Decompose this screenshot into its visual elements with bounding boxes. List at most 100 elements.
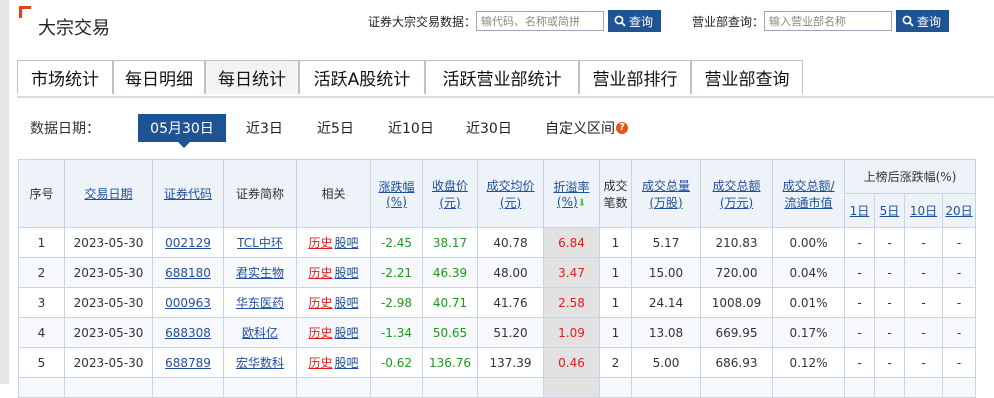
row-forum-link[interactable]: 股吧: [335, 266, 359, 280]
row-avg-price: 40.78: [477, 227, 544, 258]
tab-active-a-shares[interactable]: 活跃A股统计: [299, 60, 425, 94]
header-total-amount[interactable]: 成交总额 (万元): [700, 159, 773, 228]
row-change-pct: -2.21: [370, 257, 423, 288]
row-stock-code-link[interactable]: 688180: [165, 266, 211, 280]
tab-market-stats[interactable]: 市场统计: [17, 60, 113, 94]
tab-active-branches[interactable]: 活跃营业部统计: [425, 60, 579, 94]
header-premium-rate[interactable]: 折溢率 (%)⬇: [543, 159, 600, 228]
header-trade-count-label-2: 笔数: [603, 195, 628, 210]
row-stock-code-cell: 688308: [152, 317, 224, 348]
row-trade-date: 2023-05-30: [64, 317, 153, 348]
row-stock-name-link[interactable]: 君实生物: [236, 266, 284, 280]
table-row-partial: [18, 377, 976, 398]
header-change-pct[interactable]: 涨跌幅 (%): [370, 159, 423, 228]
row-stock-code-link[interactable]: 688789: [165, 356, 211, 370]
tab-branch-ranking[interactable]: 营业部排行: [579, 60, 691, 94]
branch-search-input[interactable]: [764, 11, 893, 31]
row-change-5d: -: [874, 287, 905, 318]
header-1d[interactable]: 1日: [844, 193, 875, 228]
date-option-5d[interactable]: 近5日: [317, 114, 354, 142]
date-option-today[interactable]: 05月30日: [138, 114, 226, 142]
date-option-10d[interactable]: 近10日: [388, 114, 434, 142]
header-trade-date[interactable]: 交易日期: [64, 159, 153, 228]
header-10d-label: 10日: [909, 204, 938, 218]
row-stock-code-link[interactable]: 000963: [165, 296, 211, 310]
row-stock-name-link[interactable]: TCL中环: [237, 236, 283, 250]
row-change-5d: -: [874, 227, 905, 258]
row-empty-cell: [296, 377, 371, 398]
row-amount-ratio: 0.12%: [772, 347, 845, 378]
row-related-cell: 历史 股吧: [296, 227, 371, 258]
row-related-cell: 历史 股吧: [296, 257, 371, 288]
tab-branch-query[interactable]: 营业部查询: [691, 60, 803, 94]
header-avg-price[interactable]: 成交均价 (元): [477, 159, 544, 228]
row-stock-code-cell: 688180: [152, 257, 224, 288]
header-amount-to-float-cap[interactable]: 成交总额/流通市值: [772, 159, 845, 228]
row-close-price: 38.17: [422, 227, 478, 258]
header-trade-date-label: 交易日期: [84, 187, 133, 201]
stock-search-input[interactable]: [476, 11, 605, 31]
date-option-30d[interactable]: 近30日: [466, 114, 512, 142]
row-stock-code-link[interactable]: 688308: [165, 326, 211, 340]
header-avg-price-label-2: (元): [499, 195, 522, 210]
row-stock-name-link[interactable]: 欧科亿: [242, 326, 278, 340]
branch-search-button[interactable]: 查询: [896, 10, 950, 32]
header-stock-code[interactable]: 证券代码: [152, 159, 224, 228]
row-stock-name-link[interactable]: 宏华数科: [236, 356, 284, 370]
date-option-custom[interactable]: 自定义区间?: [545, 114, 628, 142]
table-row: 4 2023-05-30 688308 欧科亿 历史 股吧 -1.34 50.65 51.20 1…: [18, 317, 976, 348]
date-option-3d[interactable]: 近3日: [246, 114, 283, 142]
header-10d[interactable]: 10日: [904, 193, 943, 228]
header-change-pct-label-1: 涨跌幅: [378, 180, 415, 194]
tab-daily-detail[interactable]: 每日明细: [113, 60, 205, 94]
row-total-volume: 13.08: [631, 317, 701, 348]
title-corner-mark: [19, 6, 31, 18]
sort-desc-icon: ⬇: [577, 198, 587, 209]
row-related-cell: 历史 股吧: [296, 347, 371, 378]
row-history-link[interactable]: 历史: [308, 356, 332, 370]
row-change-1d: -: [844, 257, 875, 288]
row-stock-code-link[interactable]: 002129: [165, 236, 211, 250]
table-row: 5 2023-05-30 688789 宏华数科 历史 股吧 -0.62 136.76 137.…: [18, 347, 976, 378]
row-premium-rate: 0.46: [543, 347, 600, 378]
row-stock-name-cell: 华东医药: [223, 287, 297, 318]
row-empty-cell: [772, 377, 845, 398]
header-premium-rate-label-2: (%): [556, 195, 578, 209]
daily-stats-table: 序号 交易日期 证券代码 证券简称 相关 涨跌幅 (%) 收盘价 (元) 成交均价(…: [18, 159, 976, 398]
header-20d[interactable]: 20日: [942, 193, 976, 228]
row-premium-rate: 2.58: [543, 287, 600, 318]
row-history-link[interactable]: 历史: [308, 296, 332, 310]
header-total-volume[interactable]: 成交总量 (万股): [631, 159, 701, 228]
row-history-link[interactable]: 历史: [308, 266, 332, 280]
row-amount-ratio: 0.00%: [772, 227, 845, 258]
selected-date-pointer: [178, 142, 190, 148]
row-change-pct: -2.45: [370, 227, 423, 258]
header-5d[interactable]: 5日: [874, 193, 905, 228]
row-total-amount: 669.95: [700, 317, 773, 348]
row-history-link[interactable]: 历史: [308, 236, 332, 250]
row-empty-cell: [700, 377, 773, 398]
search-icon: [902, 15, 914, 27]
row-related-cell: 历史 股吧: [296, 317, 371, 348]
row-forum-link[interactable]: 股吧: [335, 236, 359, 250]
header-close-price-label-2: (元): [439, 195, 461, 210]
row-total-volume: 15.00: [631, 257, 701, 288]
row-empty-cell: [370, 377, 423, 398]
header-amount-ratio-label-1: 成交总额/: [782, 178, 835, 193]
row-forum-link[interactable]: 股吧: [335, 326, 359, 340]
row-total-volume: 5.17: [631, 227, 701, 258]
row-change-10d: -: [904, 347, 943, 378]
row-stock-name-link[interactable]: 华东医药: [236, 296, 284, 310]
row-change-5d: -: [874, 347, 905, 378]
row-total-volume: 5.00: [631, 347, 701, 378]
tab-daily-stats[interactable]: 每日统计: [205, 60, 299, 94]
help-icon[interactable]: ?: [616, 122, 628, 134]
row-seq: 3: [18, 287, 65, 318]
row-forum-link[interactable]: 股吧: [335, 296, 359, 310]
header-close-price[interactable]: 收盘价 (元): [422, 159, 478, 228]
row-history-link[interactable]: 历史: [308, 326, 332, 340]
row-forum-link[interactable]: 股吧: [335, 356, 359, 370]
stock-search-button[interactable]: 查询: [608, 10, 662, 32]
table-row: 3 2023-05-30 000963 华东医药 历史 股吧 -2.98 40.71 41.76…: [18, 287, 976, 318]
row-empty-cell: [631, 377, 701, 398]
